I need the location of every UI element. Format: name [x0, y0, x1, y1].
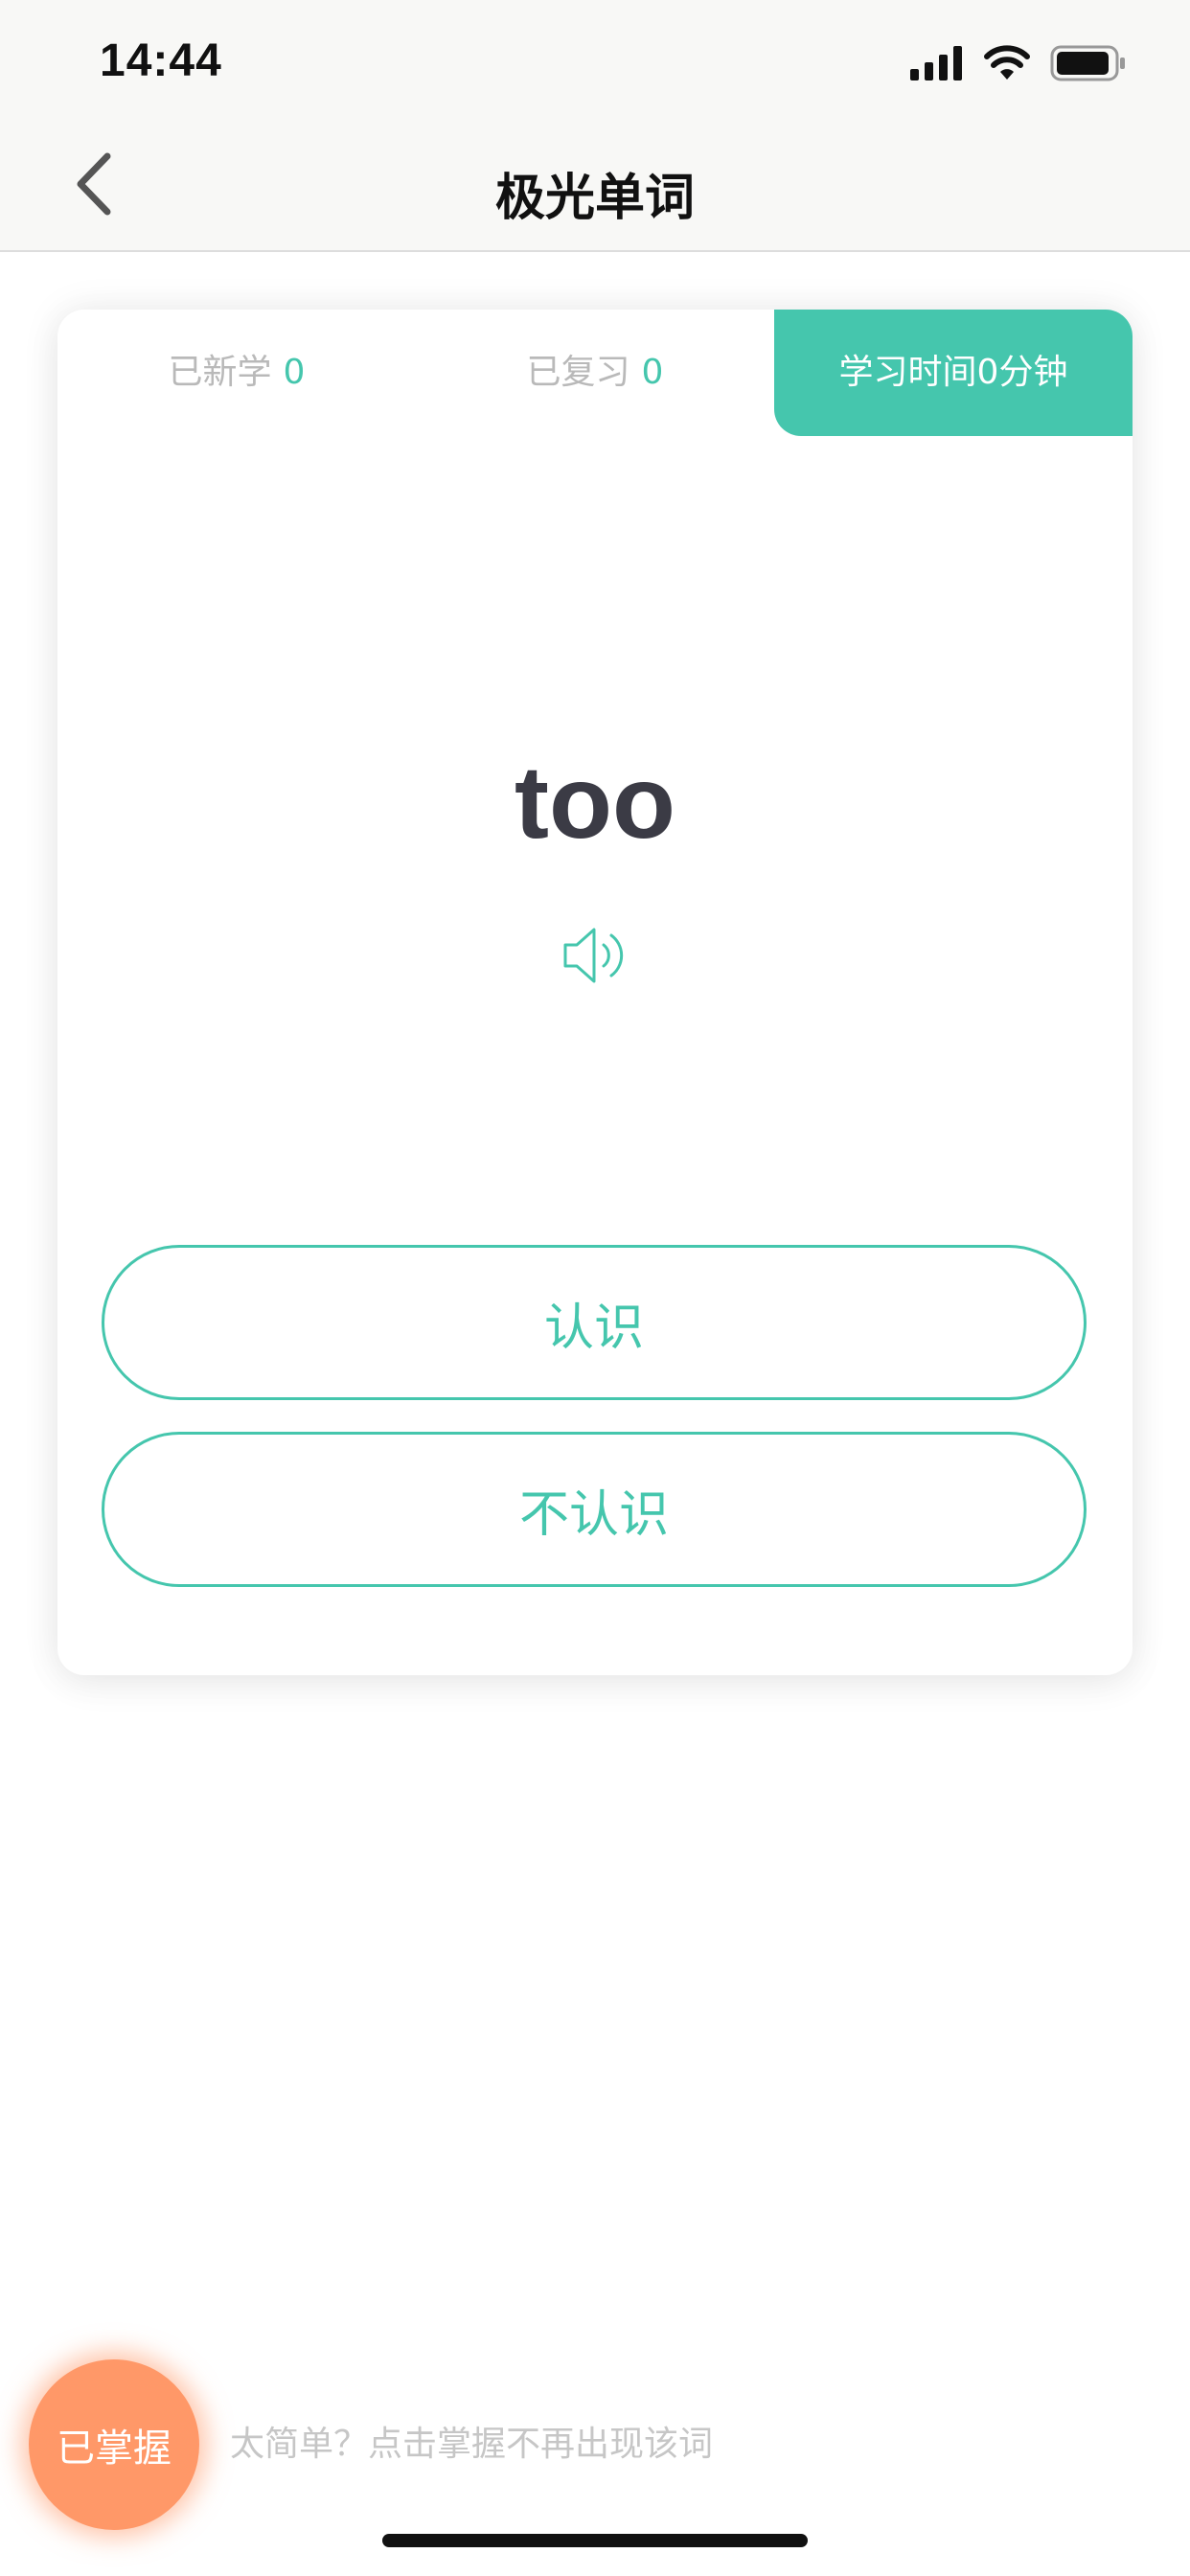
stat-review-label: 已复习	[526, 353, 630, 392]
battery-icon	[1050, 45, 1127, 81]
status-bar: 14:44	[0, 0, 1190, 125]
home-indicator	[382, 2534, 808, 2547]
dont-know-button[interactable]: 不认识	[102, 1432, 1087, 1587]
wifi-icon	[983, 45, 1031, 81]
page-title: 极光单词	[494, 170, 695, 227]
status-icons	[910, 42, 1127, 84]
study-time-badge: 学习时间0分钟	[774, 310, 1133, 436]
stat-new-label: 已新学	[168, 353, 272, 392]
stat-new-value: 0	[283, 353, 306, 392]
word-card: 已新学 0 已复习 0 学习时间0分钟 too 认识 不认识	[57, 310, 1133, 1675]
stat-reviewed: 已复习 0	[416, 310, 774, 436]
word-text: too	[515, 744, 675, 860]
mastered-hint: 太简单？点击掌握不再出现该词	[230, 2425, 714, 2464]
stat-review-value: 0	[641, 353, 664, 392]
mastered-button[interactable]: 已掌握	[29, 2359, 199, 2530]
speaker-icon[interactable]	[558, 918, 632, 993]
nav-bar: 极光单词	[0, 125, 1190, 252]
know-button[interactable]: 认识	[102, 1245, 1087, 1400]
stat-new-learned: 已新学 0	[57, 310, 416, 436]
stats-row: 已新学 0 已复习 0 学习时间0分钟	[57, 310, 1133, 436]
app-screen: 14:44 极光单词 已新学 0 已复习 0 学习时间0分钟 too 认识 不认…	[0, 0, 1190, 2576]
cellular-signal-icon	[910, 46, 964, 80]
status-time: 14:44	[100, 35, 222, 86]
